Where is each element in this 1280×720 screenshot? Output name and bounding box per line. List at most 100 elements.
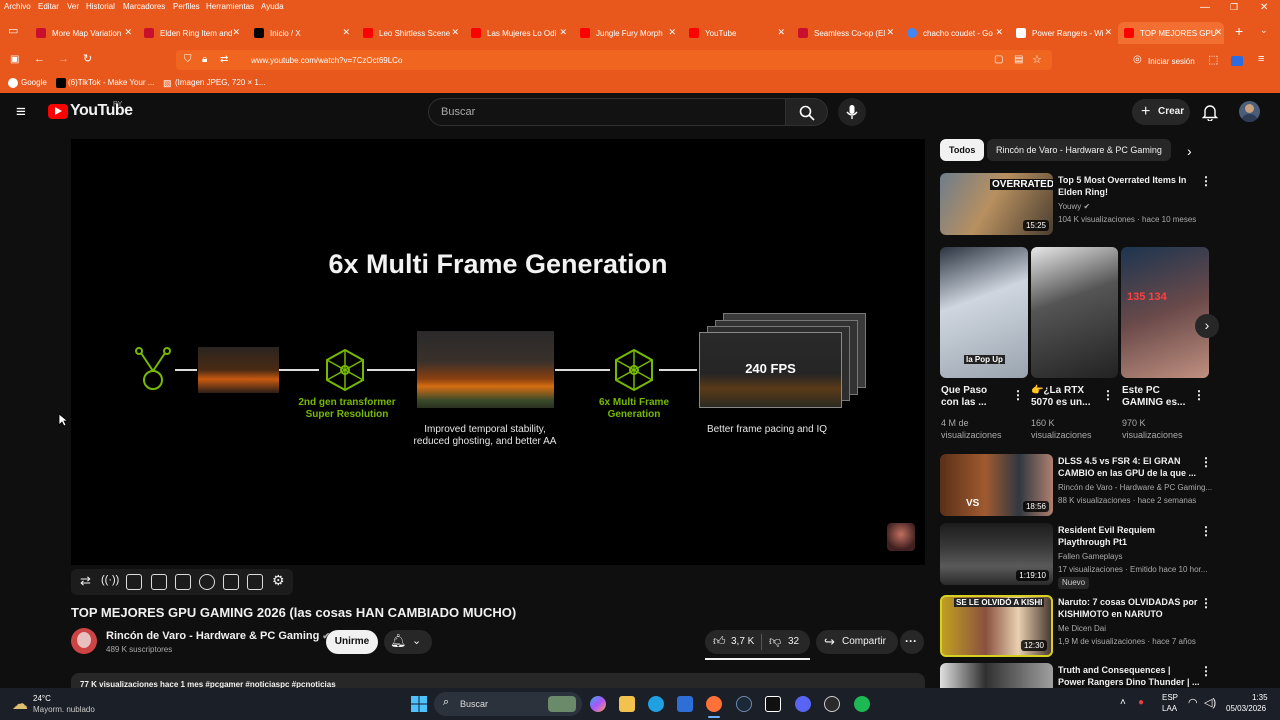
short-title[interactable]: Que Paso con las ... — [941, 385, 987, 409]
title-line[interactable]: 5070 es un... — [1031, 397, 1090, 409]
youtube-logo-text[interactable]: YouTube — [70, 102, 133, 120]
extensions-icon[interactable]: ⬚ — [1208, 55, 1218, 66]
wifi-icon[interactable]: ◠ — [1188, 696, 1198, 709]
notification-settings-button[interactable]: 🔔︎ ⌄ — [384, 630, 432, 654]
title-line[interactable]: DLSS 4.5 vs FSR 4: El GRAN — [1058, 455, 1196, 467]
language-code[interactable]: ESP — [1162, 693, 1178, 702]
video-thumbnail[interactable]: SE LE OLVIDÓ A KISHI 12:30 — [940, 595, 1053, 657]
search-button[interactable] — [786, 98, 828, 126]
edge-icon[interactable] — [648, 696, 664, 712]
channel-name[interactable]: Me Dicen Dai — [1058, 623, 1106, 635]
tab-overflow-icon[interactable]: ⌄ — [1260, 26, 1268, 35]
app-menu-icon[interactable]: ≡ — [1258, 54, 1264, 65]
tab-3[interactable]: Inicio / X ✕ — [248, 22, 352, 44]
account-icon[interactable]: ◎ — [1133, 55, 1142, 65]
minimize-icon[interactable]: — — [1200, 2, 1210, 13]
new-tab-icon[interactable]: + — [1235, 24, 1243, 38]
back-icon[interactable]: ← — [34, 54, 45, 65]
short-title[interactable]: 👉¿La RTX 5070 es un... — [1031, 385, 1090, 409]
tab-5[interactable]: Las Mujeres Lo Odi ✕ — [465, 22, 569, 44]
video-title[interactable]: DLSS 4.5 vs FSR 4: El GRAN CAMBIO en las … — [1058, 455, 1196, 479]
close-tab-icon[interactable]: ✕ — [668, 27, 676, 38]
menu-ver[interactable]: Ver — [67, 2, 79, 11]
dislike-count[interactable]: 32 — [788, 636, 799, 647]
chip-channel[interactable]: Rincón de Varo - Hardware & PC Gaming — [987, 139, 1171, 161]
tab-2[interactable]: Elden Ring Item and ✕ — [138, 22, 242, 44]
reader-view-icon[interactable]: ▤ — [1014, 54, 1023, 65]
menu-historial[interactable]: Historial — [86, 2, 115, 11]
url-text[interactable]: www.youtube.com/watch?v=7CzOct69LCo — [251, 56, 402, 65]
playlist-icon[interactable] — [126, 574, 142, 590]
short-title[interactable]: Este PC GAMING es... — [1122, 385, 1185, 409]
voice-search-button[interactable] — [838, 98, 866, 126]
notifications-bell-icon[interactable] — [1202, 104, 1218, 121]
tray-chevron-up-icon[interactable]: ˄ — [1120, 697, 1126, 708]
menu-herramientas[interactable]: Herramientas — [206, 2, 254, 11]
mic-muted-icon[interactable]: ● — [1138, 697, 1144, 708]
kebab-menu-icon[interactable]: ⋮ — [1200, 456, 1212, 468]
title-line[interactable]: Power Rangers Dino Thunder | ... — [1058, 676, 1200, 688]
address-bar[interactable]: ⛉ 🔒︎ ⇄ www.youtube.com/watch?v=7CzOct69L… — [176, 50, 1052, 70]
kebab-menu-icon[interactable]: ⋮ — [1102, 389, 1114, 401]
discord-icon[interactable] — [795, 696, 811, 712]
weather-desc[interactable]: Mayorm. nublado — [33, 705, 95, 714]
file-explorer-icon[interactable] — [619, 696, 635, 712]
like-count[interactable]: 3,7 K — [731, 636, 754, 647]
close-window-icon[interactable]: ✕ — [1260, 2, 1268, 13]
loop-icon[interactable]: ⇄ — [80, 573, 91, 589]
thumbs-up-icon[interactable]: 👍︎ — [713, 634, 726, 649]
create-button[interactable]: + Crear — [1132, 99, 1190, 125]
close-tab-icon[interactable]: ✕ — [342, 27, 350, 38]
chevron-right-icon[interactable]: › — [1187, 143, 1192, 159]
close-tab-icon[interactable]: ✕ — [995, 27, 1003, 38]
kebab-menu-icon[interactable]: ⋮ — [1012, 389, 1024, 401]
epic-games-icon[interactable] — [765, 696, 781, 712]
menu-archivo[interactable]: Archivo — [4, 2, 31, 11]
clapper-icon[interactable] — [151, 574, 167, 590]
mail-icon[interactable] — [677, 696, 693, 712]
tab-list-icon[interactable]: ▭ — [8, 26, 18, 37]
volume-icon[interactable]: ◁) — [1204, 696, 1216, 709]
xbox-icon[interactable] — [824, 696, 840, 712]
kebab-menu-icon[interactable]: ⋮ — [1193, 389, 1205, 401]
tab-1[interactable]: More Map Variation ✕ — [30, 22, 134, 44]
title-line[interactable]: Resident Evil Requiem — [1058, 524, 1155, 536]
close-tab-icon[interactable]: ✕ — [886, 27, 894, 38]
title-line[interactable]: Que Paso — [941, 385, 987, 397]
reload-icon[interactable]: ↻ — [83, 54, 92, 65]
title-line[interactable]: con las ... — [941, 397, 987, 409]
video-title[interactable]: Naruto: 7 cosas OLVIDADAS por KISHIMOTO e… — [1058, 596, 1197, 620]
weather-temp[interactable]: 24°C — [33, 694, 51, 703]
windows-start-icon[interactable] — [411, 696, 427, 712]
thumbs-down-icon[interactable]: 👎︎ — [769, 634, 781, 649]
picture-in-picture-icon[interactable]: ▢ — [994, 54, 1003, 65]
settings-gear-icon[interactable]: ⚙ — [272, 572, 285, 589]
weather-icon[interactable]: ☁ — [12, 694, 28, 714]
title-line[interactable]: CAMBIO en las GPU de la que ... — [1058, 467, 1196, 479]
menu-marcadores[interactable]: Marcadores — [123, 2, 165, 11]
video-thumbnail[interactable] — [940, 663, 1053, 688]
close-tab-icon[interactable]: ✕ — [559, 27, 567, 38]
speed-gauge-icon[interactable] — [199, 574, 215, 590]
menu-perfiles[interactable]: Perfiles — [173, 2, 200, 11]
video-player[interactable]: 6x Multi Frame Generation 2nd gen transf… — [71, 139, 925, 565]
permissions-icon[interactable]: ⇄ — [220, 54, 228, 65]
title-line[interactable]: Top 5 Most Overrated Items In — [1058, 174, 1186, 186]
bookmark-image[interactable]: (Imagen JPEG, 720 × 1... — [175, 78, 266, 87]
title-line[interactable]: GAMING es... — [1122, 397, 1185, 409]
more-actions-button[interactable]: ··· — [900, 630, 924, 654]
spotify-icon[interactable] — [854, 696, 870, 712]
menu-editar[interactable]: Editar — [38, 2, 59, 11]
youtube-logo-icon[interactable] — [48, 104, 68, 119]
tab-9[interactable]: chacho coudet - Go ✕ — [901, 22, 1005, 44]
bookmark-star-icon[interactable]: ☆ — [1032, 53, 1042, 66]
taskbar-search-box[interactable]: ⌕ Buscar — [434, 692, 582, 716]
channel-avatar[interactable] — [71, 628, 97, 654]
video-title[interactable]: Top 5 Most Overrated Items In Elden Ring! — [1058, 174, 1186, 198]
close-tab-icon[interactable]: ✕ — [777, 27, 785, 38]
user-avatar[interactable] — [1239, 101, 1260, 122]
video-title[interactable]: Truth and Consequences | Power Rangers Di… — [1058, 664, 1200, 688]
join-button[interactable]: Unirme — [326, 630, 378, 654]
channel-name[interactable]: Rincón de Varo - Hardware & PC Gaming... — [1058, 482, 1212, 494]
add-frame-icon[interactable] — [223, 574, 239, 590]
